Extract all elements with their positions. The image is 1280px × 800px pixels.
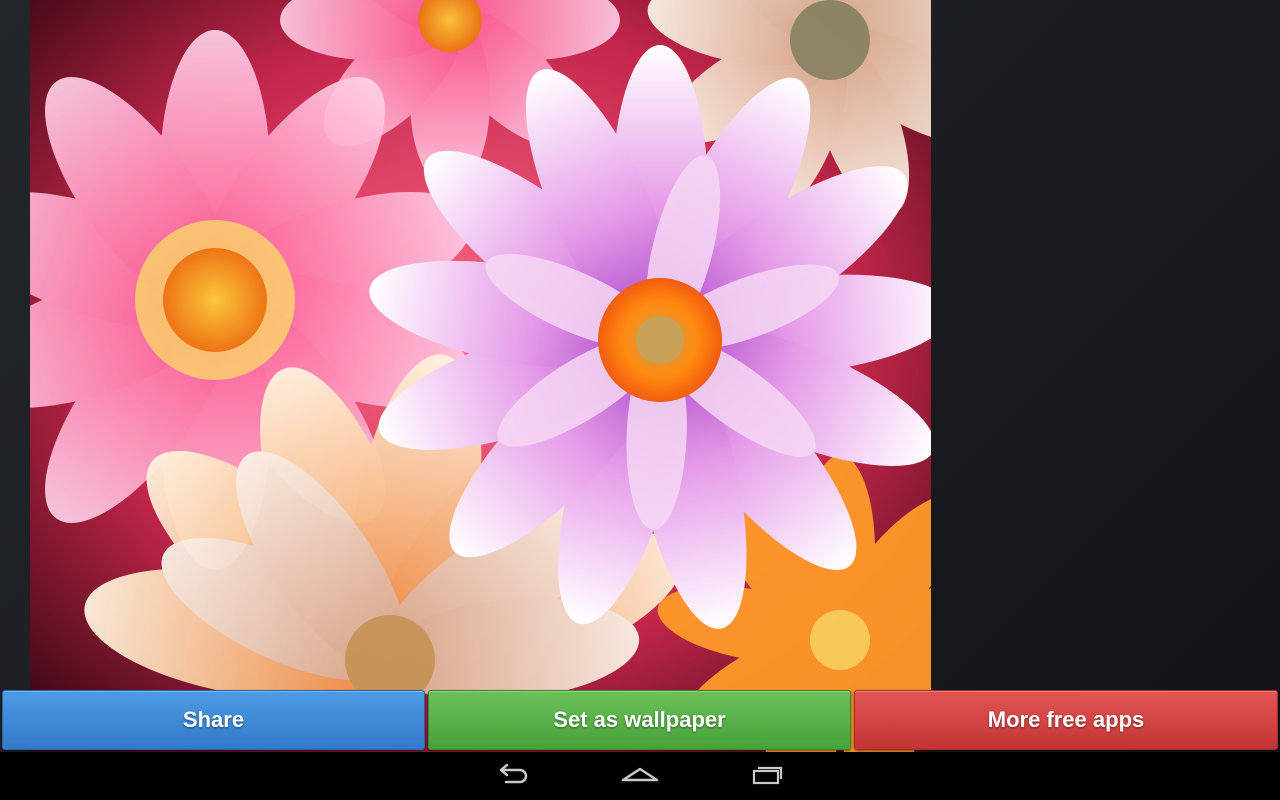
system-navigation-bar <box>0 752 1280 800</box>
home-icon <box>620 762 660 791</box>
recent-apps-button[interactable] <box>736 760 800 792</box>
action-button-bar: Share Set as wallpaper More free apps <box>0 690 1280 750</box>
more-free-apps-button[interactable]: More free apps <box>854 690 1278 750</box>
wallpaper-preview-image <box>30 0 931 752</box>
share-button[interactable]: Share <box>2 690 425 750</box>
recent-apps-icon <box>750 762 786 791</box>
back-button[interactable] <box>480 760 544 792</box>
set-as-wallpaper-button[interactable]: Set as wallpaper <box>428 690 851 750</box>
back-icon <box>494 762 530 791</box>
home-button[interactable] <box>608 760 672 792</box>
app-screen: Share Set as wallpaper More free apps <box>0 0 1280 800</box>
